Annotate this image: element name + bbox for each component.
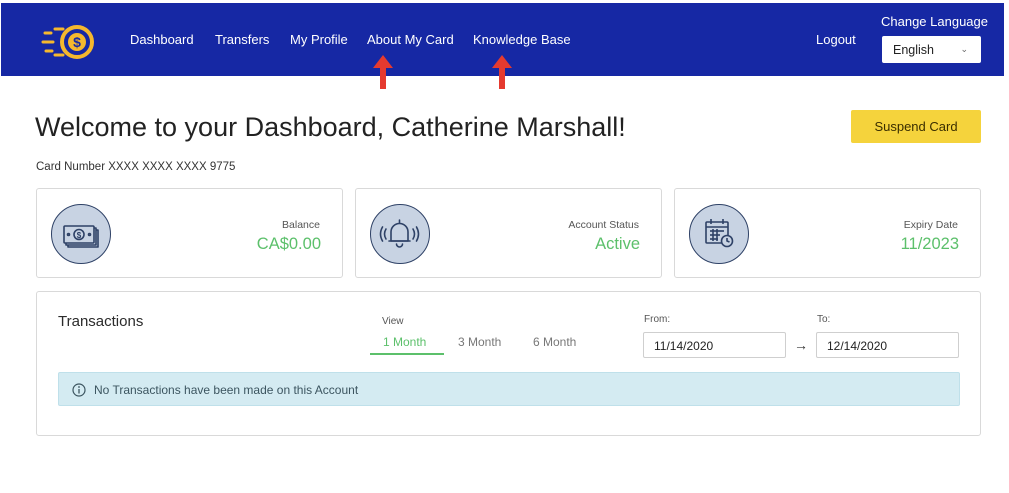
suspend-card-button[interactable]: Suspend Card	[851, 110, 981, 143]
to-label: To:	[817, 314, 831, 325]
no-transactions-alert: No Transactions have been made on this A…	[58, 372, 960, 406]
page-title: Welcome to your Dashboard, Catherine Mar…	[35, 112, 626, 142]
money-icon: $	[51, 204, 111, 264]
active-tab-indicator	[370, 353, 444, 355]
language-selected-value: English	[893, 43, 934, 57]
stat-label: Account Status	[568, 219, 639, 231]
change-language-label: Change Language	[881, 14, 988, 29]
nav-about-my-card[interactable]: About My Card	[367, 32, 454, 47]
arrow-right-icon: →	[794, 337, 808, 353]
nav-my-profile[interactable]: My Profile	[290, 32, 348, 47]
transactions-title: Transactions	[58, 313, 144, 330]
tab-3-month[interactable]: 3 Month	[458, 335, 501, 349]
to-date-input[interactable]: 12/14/2020	[816, 332, 959, 358]
bell-icon	[370, 204, 430, 264]
tab-1-month[interactable]: 1 Month	[383, 335, 426, 349]
card-number: Card Number XXXX XXXX XXXX 9775	[36, 161, 236, 173]
tab-6-month[interactable]: 6 Month	[533, 335, 576, 349]
stat-label: Balance	[282, 219, 320, 231]
language-select[interactable]: English ⌄	[882, 36, 981, 63]
annotation-arrow-icon	[373, 55, 393, 89]
dollar-logo-icon[interactable]: $	[41, 23, 99, 61]
svg-text:$: $	[77, 231, 82, 240]
from-label: From:	[644, 314, 671, 325]
nav-transfers[interactable]: Transfers	[215, 32, 269, 47]
balance-card: $ Balance CA$0.00	[36, 188, 343, 278]
from-date-input[interactable]: 11/14/2020	[643, 332, 786, 358]
stat-label: Expiry Date	[903, 219, 958, 231]
info-icon	[72, 383, 86, 397]
account-status-value: Active	[595, 235, 640, 253]
transactions-panel: Transactions View 1 Month 3 Month 6 Mont…	[36, 291, 981, 436]
annotation-arrow-icon	[492, 55, 512, 89]
balance-value: CA$0.00	[256, 235, 321, 253]
svg-text:$: $	[73, 34, 81, 50]
nav-knowledge-base[interactable]: Knowledge Base	[473, 32, 571, 47]
logout-link[interactable]: Logout	[816, 32, 856, 47]
view-label: View	[382, 316, 404, 327]
calendar-icon	[689, 204, 749, 264]
chevron-down-icon: ⌄	[960, 44, 968, 54]
account-status-card: Account Status Active	[355, 188, 662, 278]
nav-dashboard[interactable]: Dashboard	[130, 32, 194, 47]
expiry-date-card: Expiry Date 11/2023	[674, 188, 981, 278]
expiry-date-value: 11/2023	[900, 235, 959, 253]
alert-message: No Transactions have been made on this A…	[94, 383, 359, 397]
